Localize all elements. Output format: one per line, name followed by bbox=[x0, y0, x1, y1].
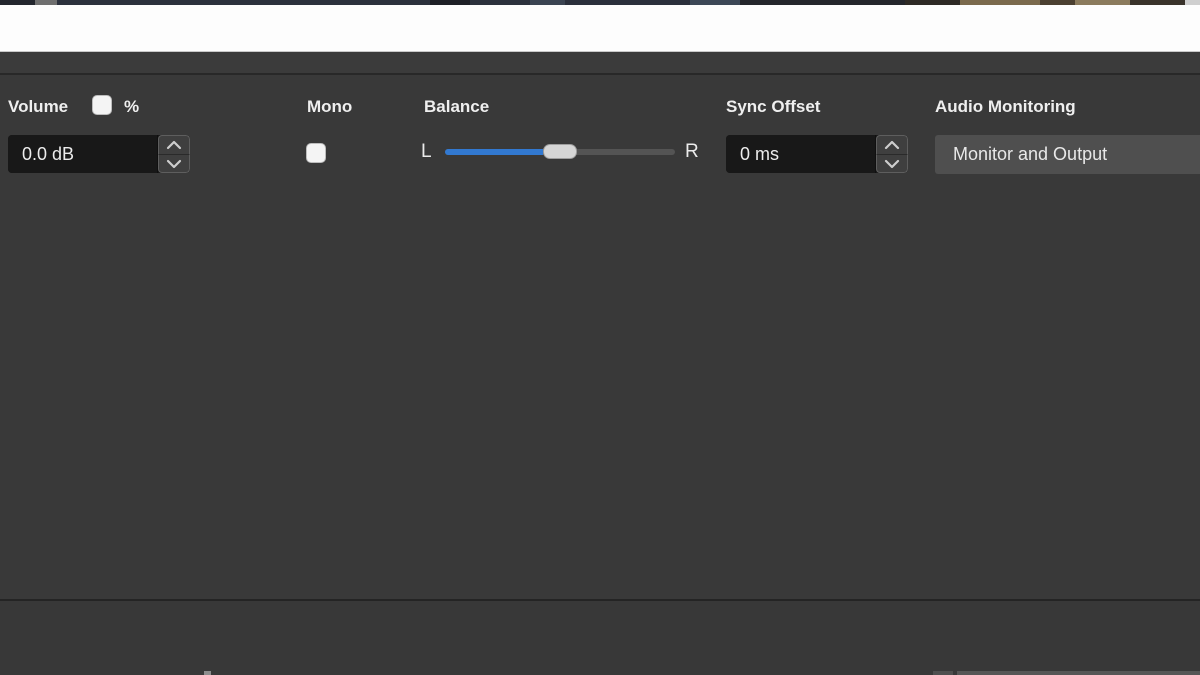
chevron-down-icon bbox=[166, 159, 182, 169]
chevron-up-icon bbox=[884, 140, 900, 150]
volume-percent-checkbox[interactable] bbox=[92, 95, 112, 115]
volume-label: Volume bbox=[8, 97, 68, 116]
background-window-band bbox=[0, 5, 1200, 52]
audio-monitoring-dropdown[interactable]: Monitor and Output bbox=[935, 135, 1200, 174]
audio-monitoring-column-header: Audio Monitoring bbox=[935, 97, 1076, 117]
volume-spinbox: 0.0 dB bbox=[8, 135, 190, 173]
advanced-audio-panel: Volume % 0.0 dB Mono Bal bbox=[0, 75, 1200, 599]
sync-offset-spin-down-button[interactable] bbox=[876, 154, 908, 173]
balance-slider-handle[interactable] bbox=[543, 144, 577, 159]
volume-spin-buttons bbox=[157, 135, 190, 173]
bottom-edge-fragment bbox=[957, 671, 1200, 675]
balance-slider-fill bbox=[445, 149, 543, 155]
sync-offset-spin-up-button[interactable] bbox=[876, 135, 908, 154]
sync-offset-column-header: Sync Offset bbox=[726, 97, 820, 117]
volume-percent-label: % bbox=[124, 97, 139, 117]
chevron-up-icon bbox=[166, 140, 182, 150]
volume-spin-up-button[interactable] bbox=[158, 135, 190, 154]
balance-slider[interactable] bbox=[445, 149, 675, 155]
volume-column-header: Volume bbox=[8, 97, 68, 117]
bottom-edge-fragment bbox=[933, 671, 953, 675]
screen: Volume % 0.0 dB Mono Bal bbox=[0, 0, 1200, 675]
bottom-edge-fragment bbox=[204, 671, 211, 675]
mono-checkbox[interactable] bbox=[306, 143, 326, 163]
panel-footer bbox=[0, 601, 1200, 675]
volume-spin-down-button[interactable] bbox=[158, 154, 190, 173]
dialog-top-bar bbox=[0, 52, 1200, 73]
sync-offset-spinbox: 0 ms bbox=[726, 135, 908, 173]
mono-column-header: Mono bbox=[307, 97, 352, 117]
audio-monitoring-selected-value: Monitor and Output bbox=[953, 144, 1107, 165]
balance-left-label: L bbox=[421, 141, 432, 163]
sync-offset-spin-buttons bbox=[875, 135, 908, 173]
sync-offset-input[interactable]: 0 ms bbox=[726, 135, 875, 173]
volume-input[interactable]: 0.0 dB bbox=[8, 135, 157, 173]
chevron-down-icon bbox=[884, 159, 900, 169]
balance-column-header: Balance bbox=[424, 97, 489, 117]
balance-right-label: R bbox=[685, 141, 699, 163]
